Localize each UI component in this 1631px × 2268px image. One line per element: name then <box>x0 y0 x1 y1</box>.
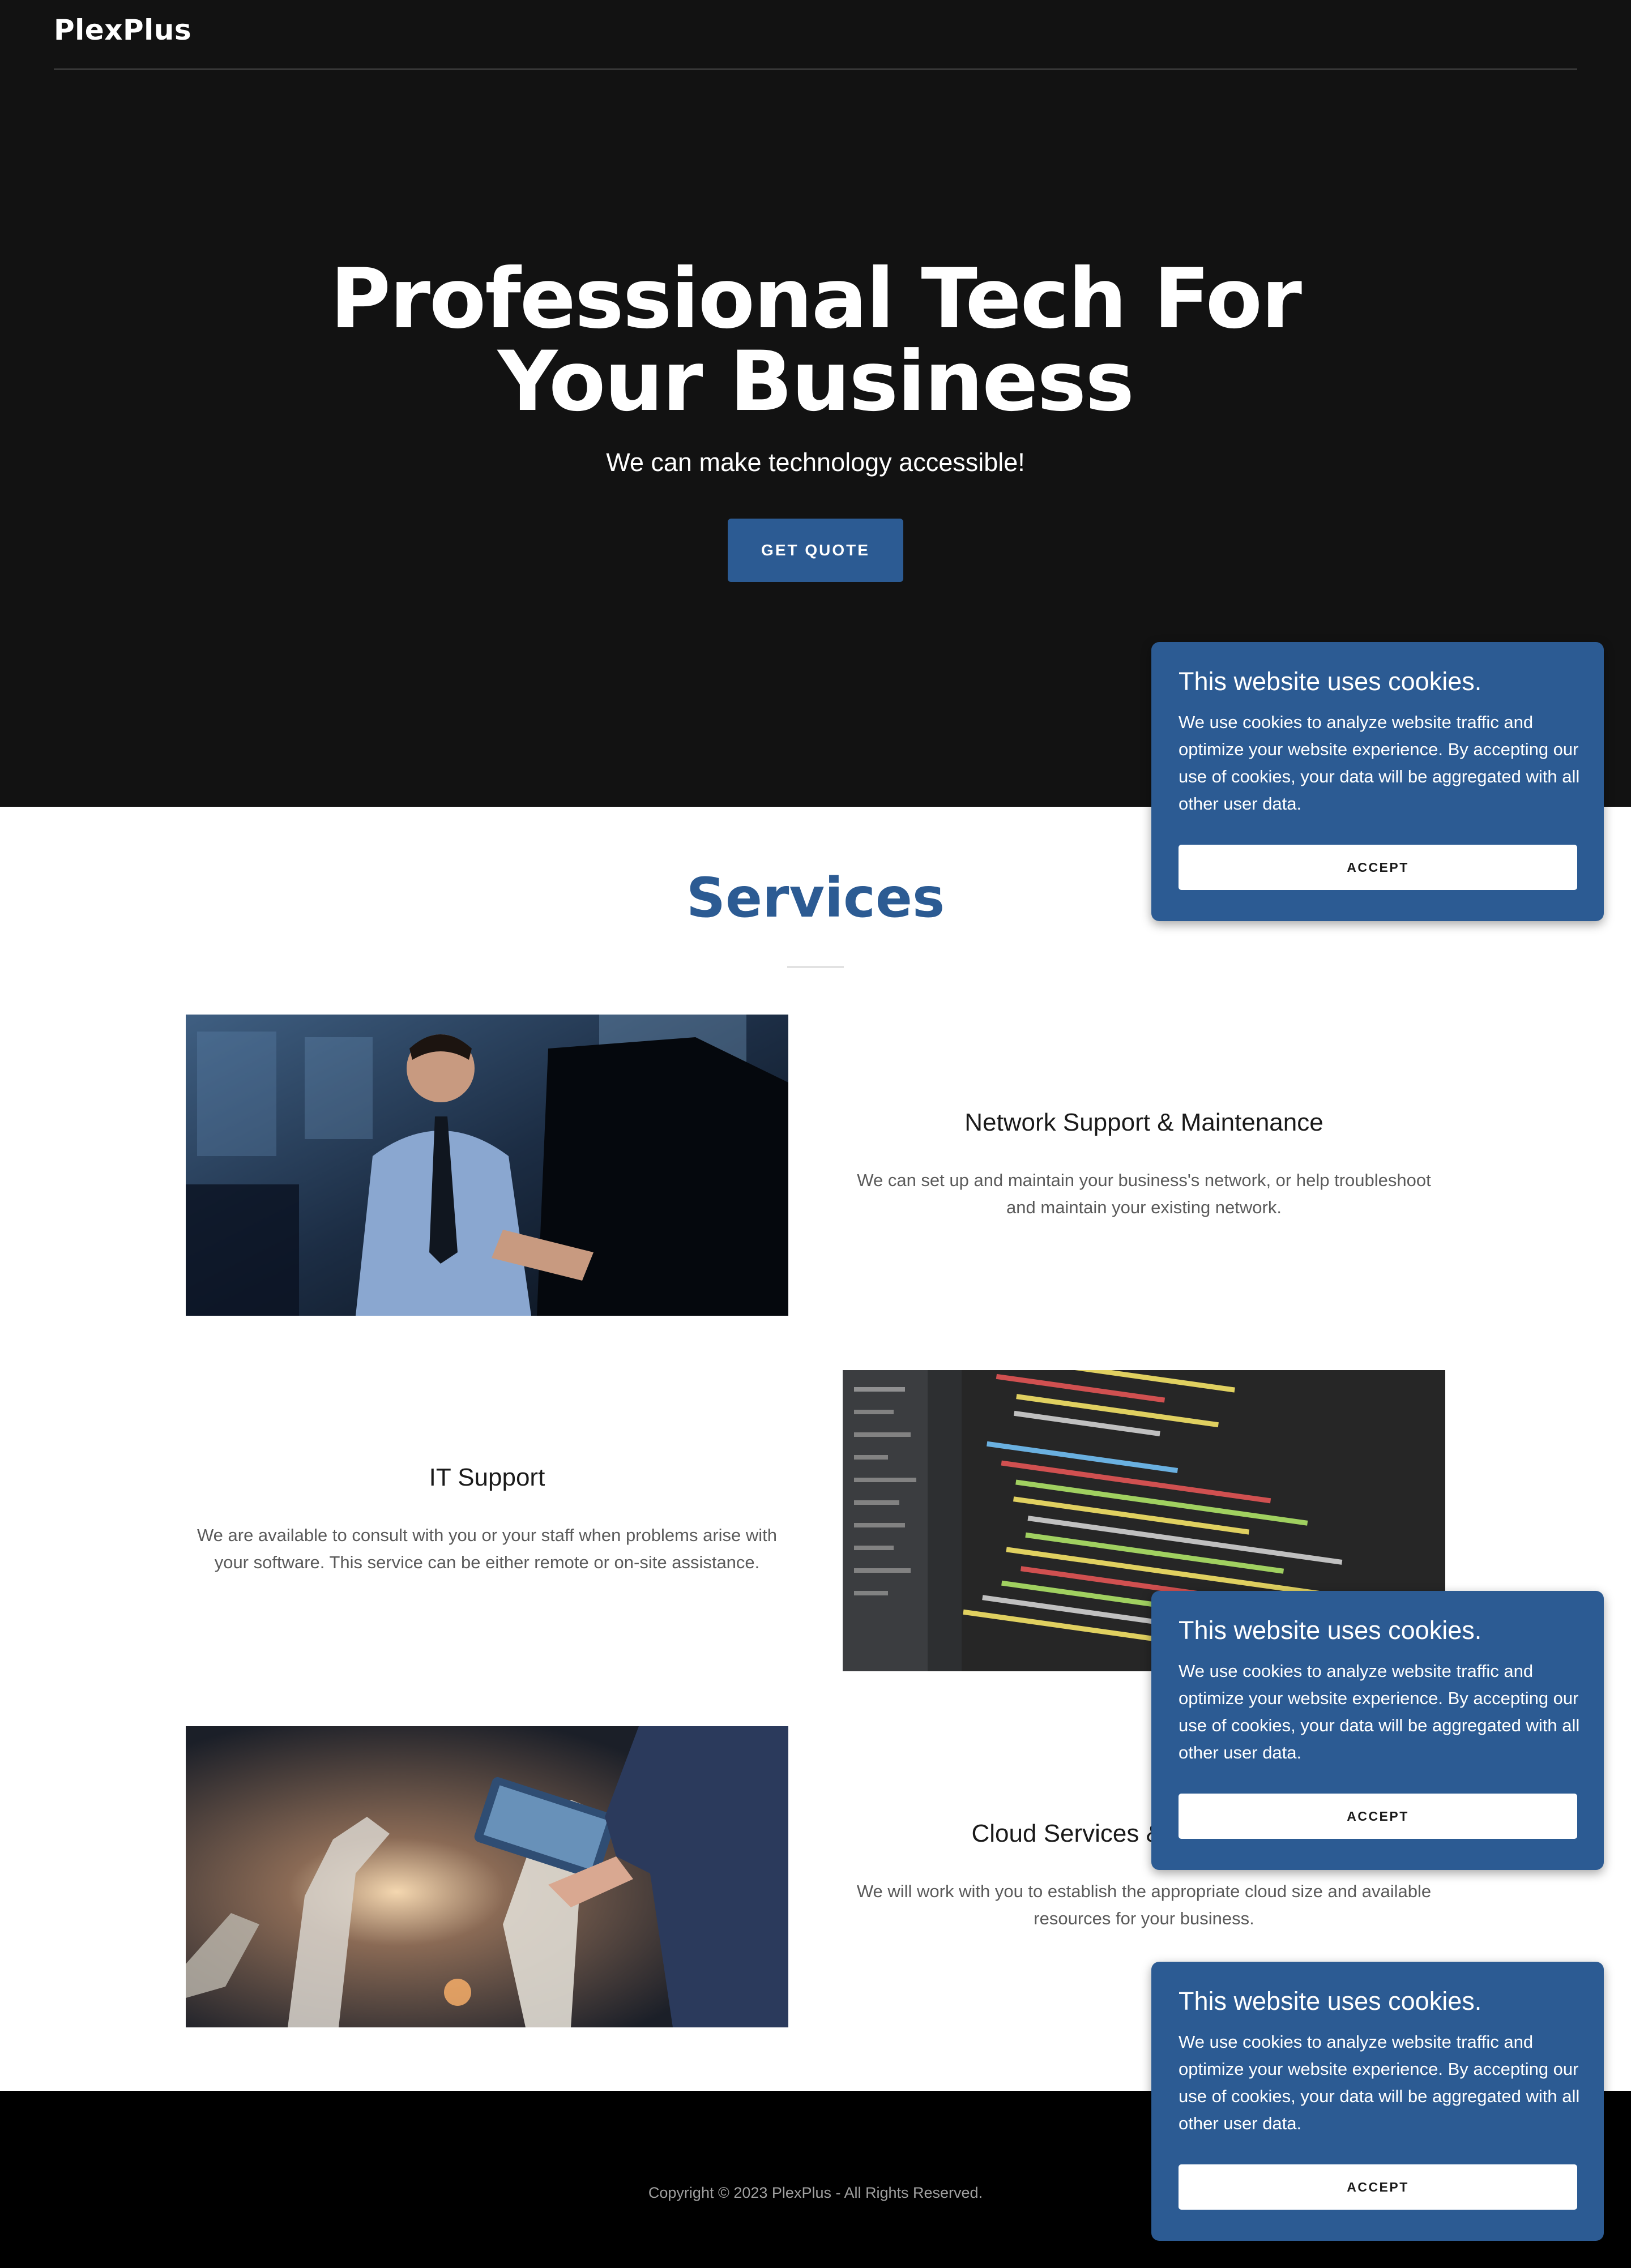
service-desc-cloud: We will work with you to establish the a… <box>856 1881 1432 1928</box>
hero-title: Professional Tech For Your Business <box>330 251 1302 430</box>
get-quote-button[interactable]: GET QUOTE <box>728 519 903 582</box>
cloud-services-image <box>186 1726 788 2027</box>
services-title: Services <box>686 866 945 930</box>
cookie-banner: This website uses cookies. We use cookie… <box>1151 642 1604 921</box>
service-heading-network: Network Support & Maintenance <box>964 1109 1323 1136</box>
cookie-banner-title: This website uses cookies. <box>1179 1987 1482 2015</box>
cookie-banner-text: We use cookies to analyze website traffi… <box>1179 2032 1580 2133</box>
network-support-image <box>186 1015 788 1316</box>
accept-cookies-button[interactable]: ACCEPT <box>1179 1794 1577 1839</box>
cookie-banner: This website uses cookies. We use cookie… <box>1151 1962 1604 2241</box>
site-logo[interactable]: PlexPlus <box>54 14 191 46</box>
accept-cookies-button[interactable]: ACCEPT <box>1179 2164 1577 2210</box>
cookie-banner-text: We use cookies to analyze website traffi… <box>1179 1661 1580 1762</box>
header-divider <box>54 69 1577 70</box>
cookie-banner: This website uses cookies. We use cookie… <box>1151 1591 1604 1870</box>
service-heading-it-support: IT Support <box>429 1463 545 1491</box>
cookie-banner-title: This website uses cookies. <box>1179 667 1482 696</box>
service-desc-it-support: We are available to consult with you or … <box>197 1525 778 1572</box>
accept-cookies-button[interactable]: ACCEPT <box>1179 845 1577 890</box>
service-desc-network: We can set up and maintain your business… <box>857 1170 1431 1217</box>
services-divider <box>787 966 844 968</box>
hero-subtitle: We can make technology accessible! <box>606 448 1025 477</box>
cookie-banner-title: This website uses cookies. <box>1179 1616 1482 1645</box>
cookie-banner-text: We use cookies to analyze website traffi… <box>1179 712 1580 814</box>
